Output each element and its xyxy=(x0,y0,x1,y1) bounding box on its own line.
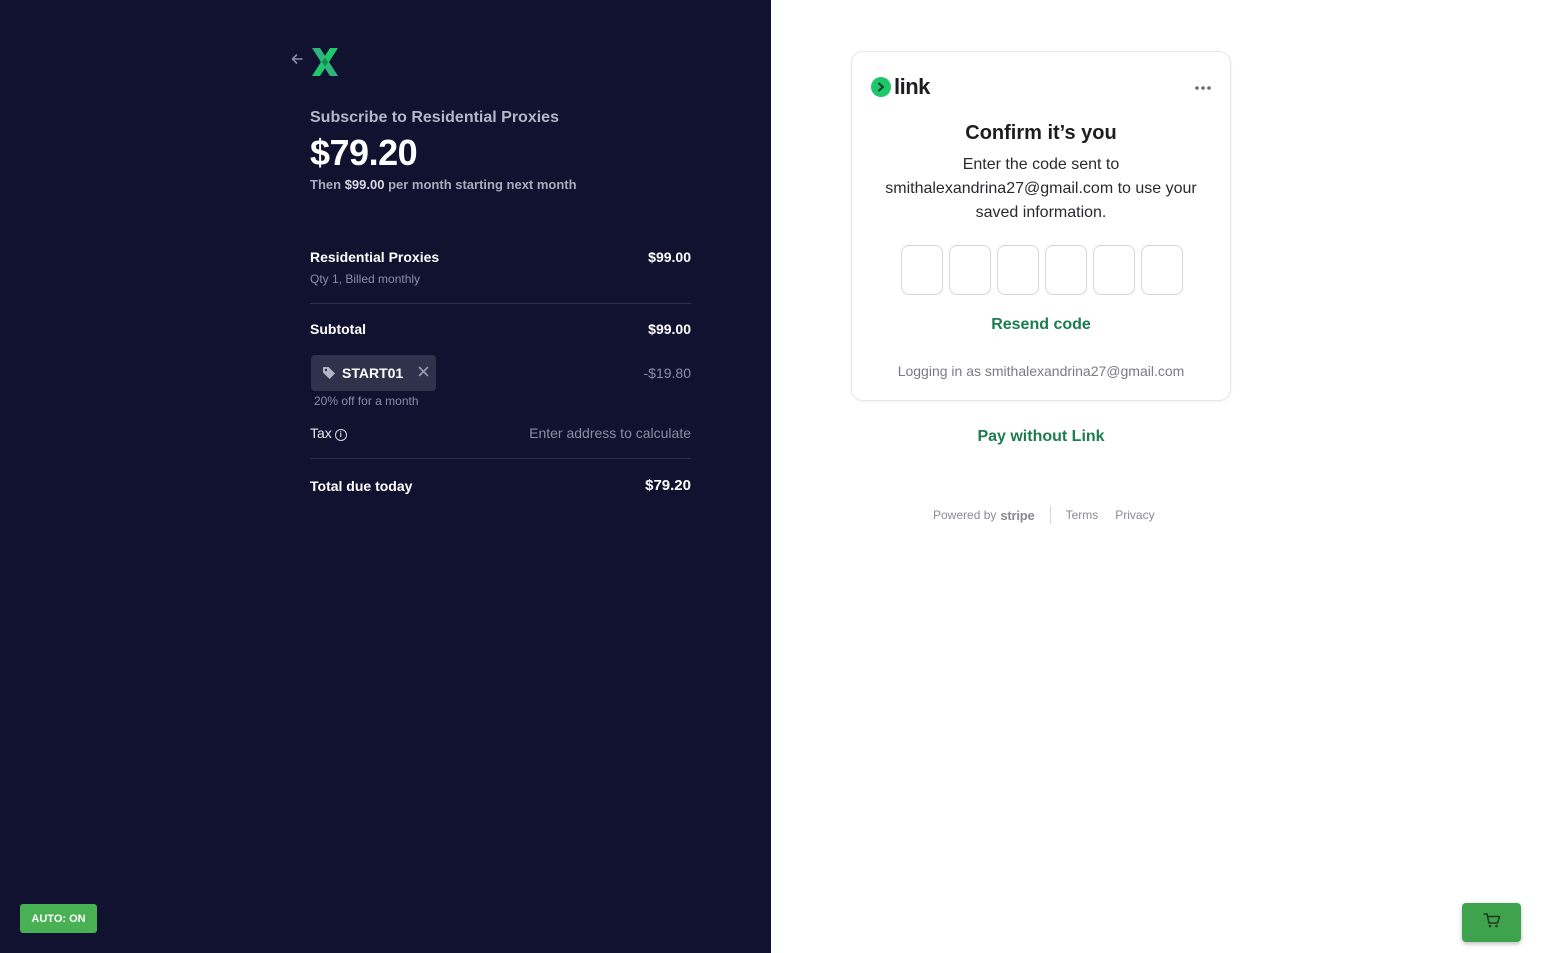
subtotal-label: Subtotal xyxy=(310,321,366,337)
auto-toggle-button[interactable]: AUTO: ON xyxy=(20,904,97,933)
otp-digit-input[interactable] xyxy=(1045,245,1087,295)
otp-digit-input[interactable] xyxy=(1093,245,1135,295)
tag-icon xyxy=(322,366,336,380)
tax-row-label: Tax i xyxy=(310,425,347,441)
promo-code-chip: START01 xyxy=(311,355,436,391)
arrow-left-icon[interactable] xyxy=(288,52,306,72)
divider xyxy=(310,458,691,459)
link-logo: link xyxy=(871,74,930,100)
line-item-amount: $99.00 xyxy=(648,249,691,265)
total-value: $79.20 xyxy=(645,477,691,494)
cart-button[interactable] xyxy=(1462,903,1521,942)
divider xyxy=(310,303,691,304)
total-label: Total due today xyxy=(310,478,413,494)
logging-in-as-text: Logging in as smithalexandrina27@gmail.c… xyxy=(897,363,1185,379)
powered-by-text: Powered by xyxy=(933,508,997,522)
otp-digit-input[interactable] xyxy=(1141,245,1183,295)
footer: Powered by stripe Terms Privacy xyxy=(933,506,1172,524)
otp-code-input xyxy=(901,245,1183,295)
divider xyxy=(1049,506,1051,524)
promo-description: 20% off for a month xyxy=(314,394,419,408)
subtotal-value: $99.00 xyxy=(648,321,691,337)
x-logo-icon[interactable] xyxy=(309,46,341,78)
confirm-title: Confirm it’s you xyxy=(965,122,1117,144)
info-icon[interactable]: i xyxy=(334,429,347,441)
then-amount: $99.00 xyxy=(344,177,385,192)
tax-label: Tax xyxy=(310,425,332,441)
terms-link[interactable]: Terms xyxy=(1066,508,1099,522)
link-logo-text: link xyxy=(894,74,930,99)
discount-amount: -$19.80 xyxy=(643,365,691,381)
stripe-logo[interactable]: stripe xyxy=(1000,508,1034,523)
confirm-description: Enter the code sent to smithalexandrina2… xyxy=(885,156,1197,221)
otp-digit-input[interactable] xyxy=(949,245,991,295)
otp-digit-input[interactable] xyxy=(997,245,1039,295)
recurring-price-note: Then $99.00 per month starting next mont… xyxy=(310,177,577,192)
close-icon[interactable] xyxy=(418,365,429,381)
price-total: $79.20 xyxy=(310,132,418,173)
more-horizontal-icon[interactable] xyxy=(1194,74,1212,96)
privacy-link[interactable]: Privacy xyxy=(1115,508,1154,522)
promo-code: START01 xyxy=(342,365,404,381)
cart-icon xyxy=(1482,912,1501,933)
pay-without-link-button[interactable]: Pay without Link xyxy=(851,428,1231,446)
tax-value: Enter address to calculate xyxy=(529,425,691,441)
resend-code-link[interactable]: Resend code xyxy=(852,316,1230,334)
order-summary-panel: Subscribe to Residential Proxies $79.20 … xyxy=(0,0,771,953)
link-chevron-icon xyxy=(871,77,891,97)
then-prefix: Then xyxy=(310,177,342,192)
subscribe-title: Subscribe to Residential Proxies xyxy=(310,109,559,126)
otp-digit-input[interactable] xyxy=(901,245,943,295)
payment-panel: link Confirm it’s you Enter the code sen… xyxy=(771,0,1541,953)
then-suffix: per month starting next month xyxy=(388,177,577,192)
link-verification-card: link Confirm it’s you Enter the code sen… xyxy=(851,51,1231,401)
line-item-name: Residential Proxies xyxy=(310,249,440,265)
line-item-detail: Qty 1, Billed monthly xyxy=(310,272,421,286)
